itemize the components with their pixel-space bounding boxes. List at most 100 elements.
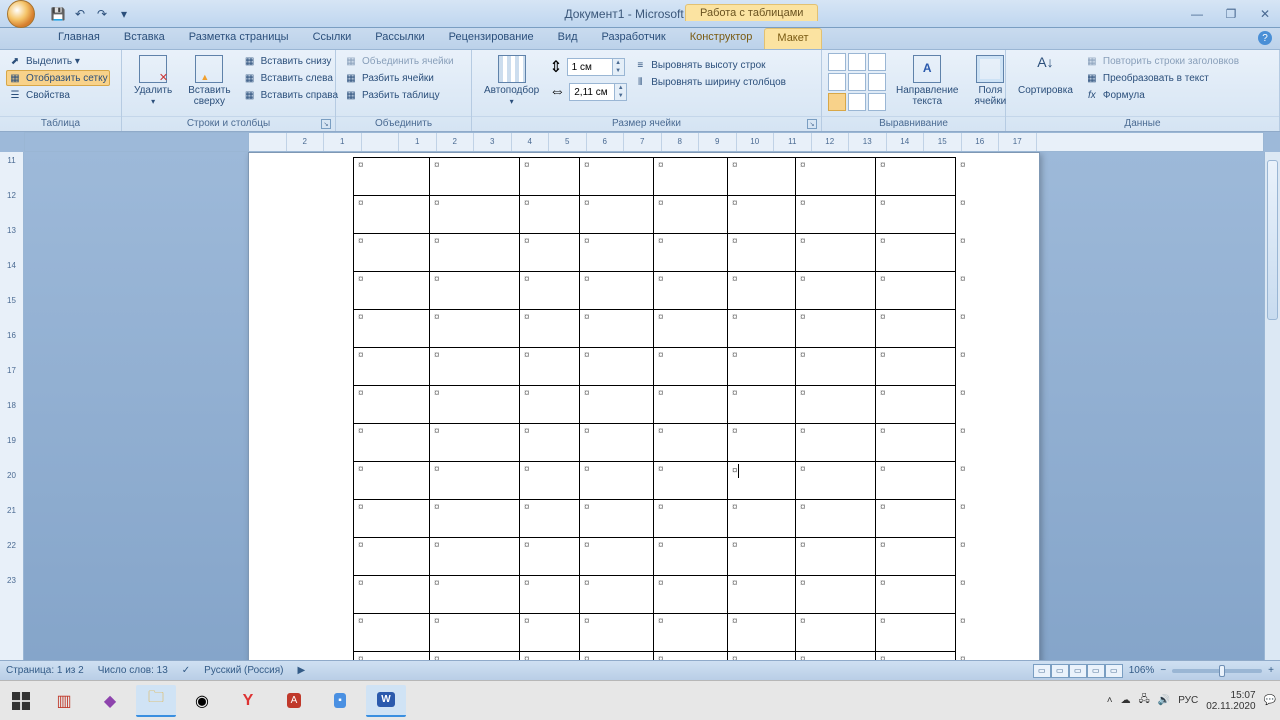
view-full-screen[interactable]: ▭ bbox=[1051, 664, 1069, 678]
table-cell[interactable]: ¤ bbox=[354, 386, 430, 424]
table-cell[interactable]: ¤ bbox=[580, 310, 654, 348]
table-cell[interactable]: ¤ bbox=[580, 272, 654, 310]
office-button[interactable] bbox=[2, 0, 40, 28]
table-cell[interactable]: ¤ bbox=[654, 576, 728, 614]
proofing-icon[interactable]: ✓ bbox=[182, 665, 190, 676]
undo-icon[interactable]: ↶ bbox=[72, 6, 88, 22]
table-cell[interactable]: ¤ bbox=[796, 158, 876, 196]
table-cell[interactable]: ¤ bbox=[654, 272, 728, 310]
table-cell[interactable]: ¤ bbox=[876, 272, 956, 310]
zoom-level[interactable]: 106% bbox=[1129, 665, 1155, 676]
table-cell[interactable]: ¤ bbox=[876, 158, 956, 196]
table-cell[interactable]: ¤ bbox=[430, 196, 520, 234]
table-cell[interactable]: ¤ bbox=[876, 234, 956, 272]
table-cell[interactable]: ¤ bbox=[520, 424, 580, 462]
table-row[interactable]: ¤¤¤¤¤¤¤¤¤ bbox=[354, 538, 971, 576]
table-cell[interactable]: ¤ bbox=[876, 538, 956, 576]
convert-text-button[interactable]: ▦Преобразовать в текст bbox=[1083, 70, 1241, 86]
minimize-button[interactable]: — bbox=[1186, 6, 1208, 22]
table-cell[interactable]: ¤ bbox=[580, 386, 654, 424]
tray-notifications-icon[interactable]: 💬 bbox=[1264, 695, 1276, 706]
table-cell[interactable]: ¤ bbox=[654, 500, 728, 538]
table-cell[interactable]: ¤ bbox=[728, 310, 796, 348]
document-table[interactable]: ¤¤¤¤¤¤¤¤¤¤¤¤¤¤¤¤¤¤¤¤¤¤¤¤¤¤¤¤¤¤¤¤¤¤¤¤¤¤¤¤… bbox=[353, 157, 971, 680]
table-cell[interactable]: ¤ bbox=[728, 386, 796, 424]
insert-below-button[interactable]: ▦Вставить снизу bbox=[241, 53, 340, 69]
macro-icon[interactable]: ▶ bbox=[298, 665, 306, 676]
table-cell[interactable]: ¤ bbox=[354, 348, 430, 386]
table-cell[interactable]: ¤ bbox=[580, 538, 654, 576]
properties-button[interactable]: ☰Свойства bbox=[6, 87, 110, 103]
tab-конструктор[interactable]: Конструктор bbox=[678, 28, 765, 49]
table-row[interactable]: ¤¤¤¤¤¤¤¤¤ bbox=[354, 158, 971, 196]
table-cell[interactable]: ¤ bbox=[354, 234, 430, 272]
vertical-scrollbar[interactable] bbox=[1264, 152, 1280, 680]
table-cell[interactable]: ¤ bbox=[654, 538, 728, 576]
table-cell[interactable]: ¤ bbox=[520, 576, 580, 614]
table-cell[interactable]: ¤ bbox=[520, 272, 580, 310]
tab-рецензирование[interactable]: Рецензирование bbox=[437, 28, 546, 49]
table-cell[interactable]: ¤ bbox=[796, 614, 876, 652]
tab-ссылки[interactable]: Ссылки bbox=[301, 28, 364, 49]
table-cell[interactable]: ¤ bbox=[580, 158, 654, 196]
table-cell[interactable]: ¤ bbox=[520, 538, 580, 576]
table-cell[interactable]: ¤ bbox=[654, 196, 728, 234]
table-cell[interactable]: ¤ bbox=[876, 500, 956, 538]
table-cell[interactable]: ¤ bbox=[430, 424, 520, 462]
workspace[interactable]: ¤¤¤¤¤¤¤¤¤¤¤¤¤¤¤¤¤¤¤¤¤¤¤¤¤¤¤¤¤¤¤¤¤¤¤¤¤¤¤¤… bbox=[24, 152, 1264, 680]
table-cell[interactable]: ¤ bbox=[430, 272, 520, 310]
table-row[interactable]: ¤¤¤¤¤¤¤¤¤ bbox=[354, 310, 971, 348]
close-button[interactable]: ✕ bbox=[1254, 6, 1276, 22]
col-width-input[interactable]: 2,11 см▲▼ bbox=[569, 83, 627, 101]
table-cell[interactable]: ¤ bbox=[430, 614, 520, 652]
sort-button[interactable]: A↓Сортировка bbox=[1012, 53, 1079, 98]
text-direction-button[interactable]: AНаправление текста bbox=[890, 53, 964, 109]
qat-more-icon[interactable]: ▾ bbox=[116, 6, 132, 22]
zoom-in-button[interactable]: + bbox=[1268, 665, 1274, 676]
table-cell[interactable]: ¤ bbox=[354, 196, 430, 234]
tab-макет[interactable]: Макет bbox=[764, 28, 821, 49]
table-cell[interactable]: ¤ bbox=[654, 348, 728, 386]
view-draft[interactable]: ▭ bbox=[1105, 664, 1123, 678]
table-cell[interactable]: ¤ bbox=[520, 348, 580, 386]
table-cell[interactable]: ¤ bbox=[654, 462, 728, 500]
view-print-layout[interactable]: ▭ bbox=[1033, 664, 1051, 678]
table-cell[interactable]: ¤ bbox=[654, 614, 728, 652]
table-cell[interactable]: ¤ bbox=[876, 424, 956, 462]
table-cell[interactable]: ¤ bbox=[580, 500, 654, 538]
table-cell[interactable]: ¤ bbox=[430, 462, 520, 500]
tab-вид[interactable]: Вид bbox=[546, 28, 590, 49]
tray-network-icon[interactable]: 🖧 bbox=[1139, 692, 1150, 709]
table-cell[interactable]: ¤ bbox=[520, 196, 580, 234]
table-cell[interactable]: ¤ bbox=[430, 538, 520, 576]
table-cell[interactable]: ¤ bbox=[796, 500, 876, 538]
table-cell[interactable]: ¤ bbox=[354, 158, 430, 196]
zoom-knob[interactable] bbox=[1219, 665, 1225, 677]
table-row[interactable]: ¤¤¤¤¤¤¤¤¤ bbox=[354, 348, 971, 386]
tab-вставка[interactable]: Вставка bbox=[112, 28, 177, 49]
table-cell[interactable]: ¤ bbox=[520, 386, 580, 424]
table-cell[interactable]: ¤ bbox=[728, 538, 796, 576]
table-cell[interactable]: ¤ bbox=[654, 310, 728, 348]
align-tl[interactable] bbox=[828, 53, 846, 71]
view-web[interactable]: ▭ bbox=[1069, 664, 1087, 678]
autofit-button[interactable]: Автоподбор▾ bbox=[478, 53, 545, 109]
table-cell[interactable]: ¤ bbox=[520, 234, 580, 272]
table-cell[interactable]: ¤ bbox=[354, 462, 430, 500]
page-status[interactable]: Страница: 1 из 2 bbox=[6, 665, 84, 676]
table-cell[interactable]: ¤ bbox=[654, 158, 728, 196]
zoom-slider[interactable] bbox=[1172, 669, 1262, 673]
table-cell[interactable]: ¤ bbox=[520, 462, 580, 500]
table-row[interactable]: ¤¤¤¤¤¤¤¤¤ bbox=[354, 462, 971, 500]
language-status[interactable]: Русский (Россия) bbox=[204, 665, 283, 676]
start-button[interactable] bbox=[4, 686, 38, 716]
formula-button[interactable]: fxФормула bbox=[1083, 87, 1241, 103]
align-ml[interactable] bbox=[828, 73, 846, 91]
table-cell[interactable]: ¤ bbox=[728, 576, 796, 614]
table-row[interactable]: ¤¤¤¤¤¤¤¤¤ bbox=[354, 234, 971, 272]
table-row[interactable]: ¤¤¤¤¤¤¤¤¤ bbox=[354, 614, 971, 652]
table-cell[interactable]: ¤ bbox=[520, 158, 580, 196]
table-cell[interactable]: ¤ bbox=[430, 158, 520, 196]
table-cell[interactable]: ¤ bbox=[354, 272, 430, 310]
table-cell[interactable]: ¤ bbox=[728, 348, 796, 386]
